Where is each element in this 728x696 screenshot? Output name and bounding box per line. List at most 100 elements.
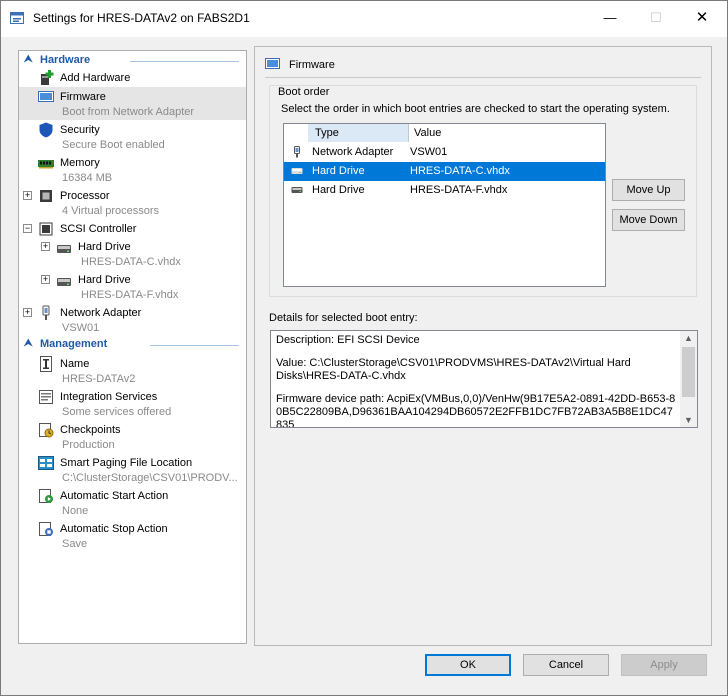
minimize-button[interactable]: — xyxy=(587,1,633,35)
sidebar-item-label: Network Adapter xyxy=(60,307,142,319)
sidebar-item-label: Integration Services xyxy=(60,391,158,403)
boot-entry-row[interactable]: Hard Drive HRES-DATA-C.vhdx xyxy=(284,162,605,181)
sidebar-item-security[interactable]: Security Secure Boot enabled xyxy=(19,120,246,153)
boot-entry-value: HRES-DATA-C.vhdx xyxy=(410,165,510,177)
sidebar-item-smart-paging[interactable]: Smart Paging File Location C:\ClusterSto… xyxy=(19,453,246,486)
firmware-panel: Firmware Boot order Select the order in … xyxy=(254,46,712,646)
expand-plus-icon[interactable]: + xyxy=(41,242,50,251)
management-section-header[interactable]: ⮝ Management xyxy=(20,337,245,352)
title-bar[interactable]: Settings for HRES-DATAv2 on FABS2D1 — ☐ … xyxy=(1,1,727,37)
boot-entry-type: Hard Drive xyxy=(312,184,365,196)
column-header-type-label: Type xyxy=(315,127,339,139)
sidebar-item-checkpoints[interactable]: Checkpoints Production xyxy=(19,420,246,453)
details-text: Description: EFI SCSI Device Value: C:\C… xyxy=(276,334,676,428)
expand-plus-icon[interactable]: + xyxy=(23,191,32,200)
sidebar-item-subtext: C:\ClusterStorage\CSV01\PRODV... xyxy=(62,472,238,484)
collapse-minus-icon[interactable]: − xyxy=(23,224,32,233)
auto-stop-icon xyxy=(39,522,53,536)
sidebar-item-label: Add Hardware xyxy=(60,72,131,84)
details-label: Details for selected boot entry: xyxy=(269,312,418,324)
collapse-chevron-icon: ⮝ xyxy=(24,54,33,65)
ok-button[interactable]: OK xyxy=(425,654,511,676)
boot-entry-row[interactable]: Hard Drive HRES-DATA-F.vhdx xyxy=(284,181,605,200)
sidebar-item-hard-drive-f[interactable]: + Hard Drive HRES-DATA-F.vhdx xyxy=(19,270,246,303)
maximize-button[interactable]: ☐ xyxy=(633,1,679,35)
sidebar-item-label: Firmware xyxy=(60,91,106,103)
sidebar-item-subtext: HRES-DATA-C.vhdx xyxy=(81,256,181,268)
network-adapter-icon xyxy=(42,305,50,320)
boot-entry-row[interactable]: Network Adapter VSW01 xyxy=(284,143,605,162)
hardware-section-header[interactable]: ⮝ Hardware xyxy=(20,53,245,68)
sidebar-item-subtext: 4 Virtual processors xyxy=(62,205,160,217)
cancel-button[interactable]: Cancel xyxy=(523,654,609,676)
boot-entry-value: VSW01 xyxy=(410,146,448,158)
sidebar-item-label: Automatic Stop Action xyxy=(60,523,168,535)
details-device-path: Firmware device path: AcpiEx(VMBus,0,0)/… xyxy=(276,393,676,428)
column-header-type[interactable]: Type xyxy=(308,124,409,142)
shield-icon xyxy=(39,122,53,138)
network-adapter-icon xyxy=(294,146,300,158)
sidebar-item-label: Smart Paging File Location xyxy=(60,457,193,469)
apply-button[interactable]: Apply xyxy=(621,654,707,676)
collapse-chevron-icon: ⮝ xyxy=(24,338,33,349)
checkpoints-icon xyxy=(39,423,54,438)
sidebar-item-subtext: VSW01 xyxy=(62,322,100,334)
sidebar-item-network-adapter[interactable]: + Network Adapter VSW01 xyxy=(19,303,246,336)
sidebar-item-auto-stop-action[interactable]: Automatic Stop Action Save xyxy=(19,519,246,552)
sidebar-item-label: Automatic Start Action xyxy=(60,490,169,502)
hard-drive-icon xyxy=(57,245,71,253)
window-title: Settings for HRES-DATAv2 on FABS2D1 xyxy=(33,11,250,25)
sidebar-item-subtext: Boot from Network Adapter xyxy=(62,106,195,118)
memory-icon xyxy=(38,160,54,169)
section-divider xyxy=(150,345,239,346)
sidebar-item-subtext: None xyxy=(62,505,89,517)
hardware-section-label: Hardware xyxy=(40,54,91,66)
add-hardware-icon xyxy=(41,70,54,85)
boot-entry-details[interactable]: Description: EFI SCSI Device Value: C:\C… xyxy=(270,330,698,428)
move-up-button[interactable]: Move Up xyxy=(612,179,685,201)
sidebar-item-subtext: HRES-DATA-F.vhdx xyxy=(81,289,179,301)
firmware-icon xyxy=(265,58,280,69)
boot-entry-value: HRES-DATA-F.vhdx xyxy=(410,184,508,196)
scroll-up-arrow-icon[interactable]: ▲ xyxy=(680,331,697,345)
sidebar-item-subtext: HRES-DATAv2 xyxy=(62,373,136,385)
sidebar-item-subtext: Save xyxy=(62,538,88,550)
list-header: Type Value xyxy=(284,124,605,142)
boot-entry-type: Network Adapter xyxy=(312,146,394,158)
firmware-title: Firmware xyxy=(289,59,335,71)
hard-drive-icon xyxy=(57,278,71,286)
sidebar-item-label: Security xyxy=(60,124,100,136)
scroll-down-arrow-icon[interactable]: ▼ xyxy=(680,413,697,427)
details-scrollbar[interactable]: ▲ ▼ xyxy=(680,331,697,427)
sidebar-item-scsi-controller[interactable]: − SCSI Controller xyxy=(19,219,246,237)
firmware-icon xyxy=(38,91,54,102)
close-button[interactable]: ✕ xyxy=(679,1,725,35)
sidebar-item-subtext: Production xyxy=(62,439,115,451)
expand-plus-icon[interactable]: + xyxy=(41,275,50,284)
firmware-header: Firmware xyxy=(265,55,701,78)
boot-order-list[interactable]: Type Value Network Adapter VSW01 Hard Dr… xyxy=(283,123,606,287)
sidebar-item-add-hardware[interactable]: Add Hardware xyxy=(19,68,246,86)
scroll-thumb[interactable] xyxy=(682,347,695,397)
column-header-value-label: Value xyxy=(414,127,442,139)
name-icon xyxy=(40,356,52,372)
sidebar-item-integration-services[interactable]: Integration Services Some services offer… xyxy=(19,387,246,420)
sidebar-item-hard-drive-c[interactable]: + Hard Drive HRES-DATA-C.vhdx xyxy=(19,237,246,270)
sidebar-item-firmware[interactable]: Firmware Boot from Network Adapter xyxy=(19,87,246,120)
sidebar-item-label: Memory xyxy=(60,157,100,169)
sidebar-item-processor[interactable]: + Processor 4 Virtual processors xyxy=(19,186,246,219)
settings-window: Settings for HRES-DATAv2 on FABS2D1 — ☐ … xyxy=(0,0,728,696)
management-section-label: Management xyxy=(40,338,108,350)
sidebar-item-auto-start-action[interactable]: Automatic Start Action None xyxy=(19,486,246,519)
section-divider xyxy=(130,61,239,62)
sidebar-item-subtext: Some services offered xyxy=(62,406,172,418)
sidebar-item-memory[interactable]: Memory 16384 MB xyxy=(19,153,246,186)
boot-order-label: Boot order xyxy=(276,86,332,98)
details-value: Value: C:\ClusterStorage\CSV01\PRODVMS\H… xyxy=(276,357,631,382)
move-down-button[interactable]: Move Down xyxy=(612,209,685,231)
sidebar-item-subtext: 16384 MB xyxy=(62,172,113,184)
expand-plus-icon[interactable]: + xyxy=(23,308,32,317)
boot-entry-type: Hard Drive xyxy=(312,165,365,177)
sidebar-item-name[interactable]: Name HRES-DATAv2 xyxy=(19,354,246,387)
scsi-controller-icon xyxy=(39,222,53,236)
